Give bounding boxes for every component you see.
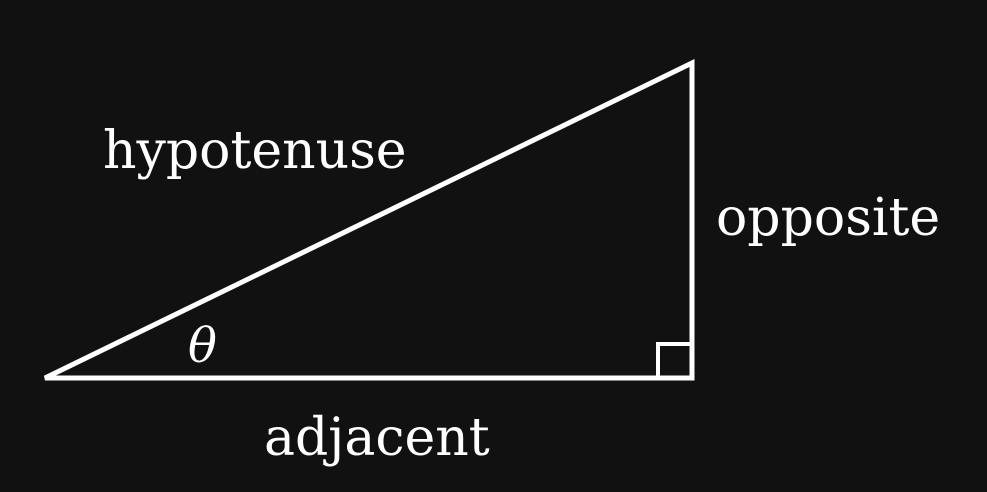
adjacent-label: adjacent bbox=[264, 408, 490, 468]
angle-theta-label: θ bbox=[188, 318, 217, 374]
opposite-label: opposite bbox=[716, 188, 940, 248]
hypotenuse-label: hypotenuse bbox=[103, 121, 407, 181]
right-triangle-diagram: hypotenuse opposite adjacent θ bbox=[0, 0, 987, 492]
